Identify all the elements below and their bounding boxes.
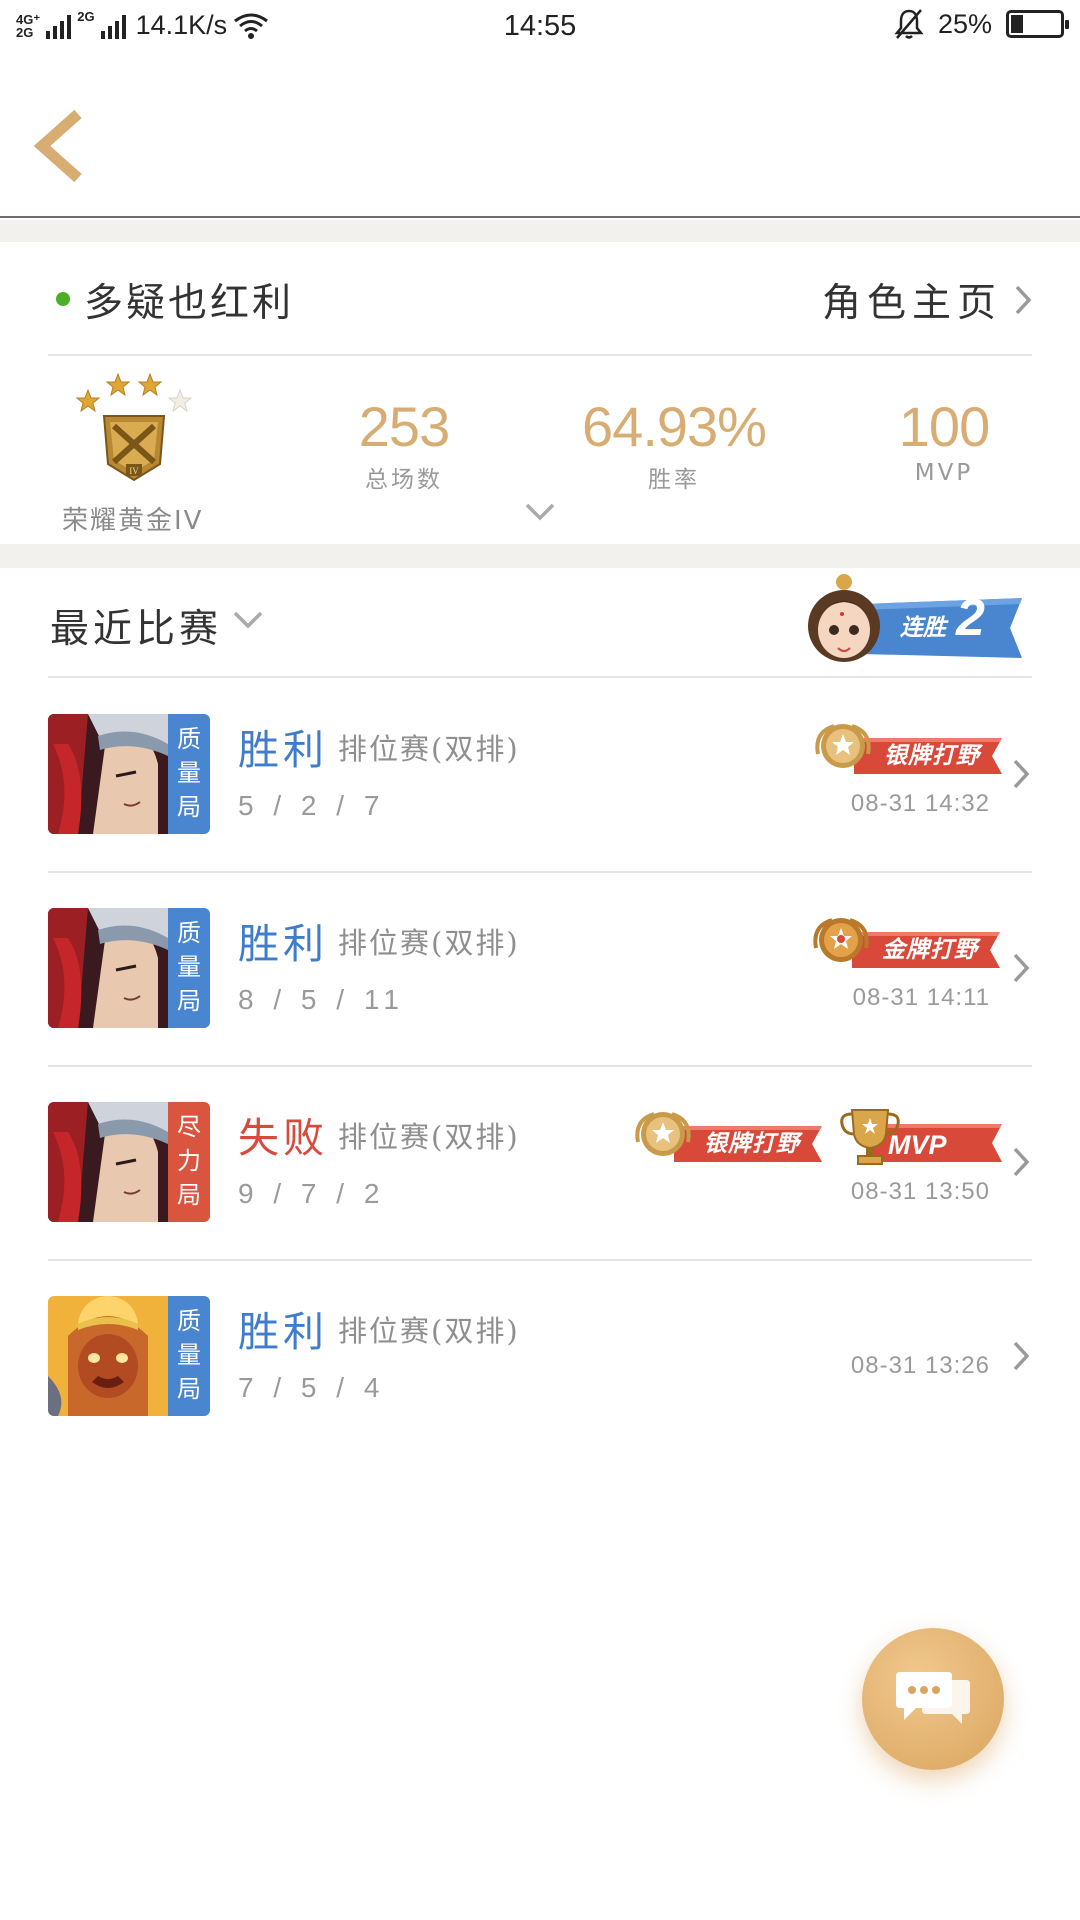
badge-silver-jungle: 银牌打野 xyxy=(812,718,1002,780)
recent-games-header: 最近比赛 连胜 2 xyxy=(48,574,1032,676)
stat-mvp: 100 MVP xyxy=(834,394,1054,486)
match-quality-tag: 尽力局 xyxy=(168,1102,210,1222)
stat-total-games: 253 总场数 xyxy=(294,394,514,494)
badge-mvp: MVP xyxy=(838,1106,1002,1168)
match-quality-text: 质量局 xyxy=(177,919,201,1015)
role-profile-label: 角色主页 xyxy=(821,281,1002,326)
hero-red-hair-avatar xyxy=(48,908,168,1028)
star-icon xyxy=(75,388,101,413)
recent-games-filter[interactable] xyxy=(232,608,264,632)
stat-value: 253 xyxy=(358,395,450,458)
chevron-right-icon xyxy=(1013,1341,1030,1371)
badge-text: 银牌打野 xyxy=(884,743,980,769)
match-row[interactable]: 质量局 胜利 排位赛(双排) 8 / 5 / 11 金牌打野 08-31 14:… xyxy=(48,872,1032,1065)
match-quality-text: 尽力局 xyxy=(177,1113,201,1209)
match-time: 08-31 14:32 xyxy=(850,790,990,817)
badge-text: MVP xyxy=(888,1130,947,1160)
stat-value: 100 xyxy=(898,395,990,458)
rank-numeral: IV xyxy=(129,466,139,476)
stat-win-rate: 64.93% 胜率 xyxy=(564,394,784,494)
match-quality-text: 质量局 xyxy=(177,1307,201,1403)
battery-percent: 25% xyxy=(937,8,992,39)
hero-red-hair-avatar xyxy=(48,714,168,834)
chevron-down-icon xyxy=(525,503,555,521)
chevron-left-icon xyxy=(33,109,82,183)
chat-bubbles-icon xyxy=(896,1672,970,1724)
rank-label: 荣耀黄金IV xyxy=(62,506,204,536)
chevron-right-icon xyxy=(1015,285,1032,315)
match-result: 胜利 xyxy=(238,1308,328,1356)
stat-label: MVP xyxy=(914,460,974,486)
battery-icon xyxy=(1006,10,1069,38)
streak-count: 2 xyxy=(956,589,985,647)
streak-character-avatar xyxy=(808,574,880,662)
chevron-right-icon xyxy=(1013,1147,1030,1177)
player-header: 多疑也红利 角色主页 xyxy=(48,242,1032,354)
match-quality-tag: 质量局 xyxy=(168,908,210,1028)
match-kda: 7 / 5 / 4 xyxy=(238,1372,386,1403)
recent-games-title: 最近比赛 xyxy=(50,607,223,652)
online-status-dot xyxy=(56,292,70,306)
chevron-down-icon xyxy=(233,611,263,629)
star-icon xyxy=(105,372,131,397)
match-result: 胜利 xyxy=(238,920,328,968)
status-right: 25% xyxy=(894,8,1069,40)
badge-silver-jungle: 银牌打野 xyxy=(632,1106,822,1168)
badge-text: 金牌打野 xyxy=(882,937,978,963)
stat-label: 胜率 xyxy=(648,467,700,493)
match-quality-tag: 质量局 xyxy=(168,1296,210,1416)
player-name: 多疑也红利 xyxy=(84,281,295,326)
chevron-right-icon xyxy=(1013,759,1030,789)
match-result: 失败 xyxy=(238,1114,328,1162)
bell-muted-icon xyxy=(894,9,924,39)
match-mode: 排位赛(双排) xyxy=(338,732,520,766)
stat-label: 总场数 xyxy=(365,467,443,493)
silver-medal-icon xyxy=(815,724,871,768)
rank-emblem: IV xyxy=(75,372,193,482)
back-button[interactable] xyxy=(30,106,100,186)
hero-red-hair-avatar xyxy=(48,1102,168,1222)
match-kda: 8 / 5 / 11 xyxy=(238,984,405,1015)
match-kda: 5 / 2 / 7 xyxy=(238,790,386,821)
badge-text: 银牌打野 xyxy=(704,1131,800,1157)
badge-gold-jungle: 金牌打野 xyxy=(810,912,1002,974)
star-icon xyxy=(137,372,163,397)
star-empty-icon xyxy=(167,388,193,413)
match-time: 08-31 14:11 xyxy=(852,984,990,1011)
streak-label: 连胜 xyxy=(900,615,946,641)
match-quality-tag: 质量局 xyxy=(168,714,210,834)
match-row[interactable]: 质量局 胜利 排位赛(双排) 5 / 2 / 7 银牌打野 08-31 14:3… xyxy=(48,678,1032,871)
hero-monkey-king-avatar xyxy=(48,1296,168,1416)
match-time: 08-31 13:26 xyxy=(850,1352,990,1379)
match-mode: 排位赛(双排) xyxy=(338,926,520,960)
match-mode: 排位赛(双排) xyxy=(338,1120,520,1154)
section-gap xyxy=(0,544,1080,568)
chat-fab-button[interactable] xyxy=(862,1628,1004,1770)
match-mode: 排位赛(双排) xyxy=(338,1314,520,1348)
match-time: 08-31 13:50 xyxy=(850,1178,990,1205)
status-bar: 4G⁺ 2G 2G 14.1K/s 14:55 25% xyxy=(0,0,1080,54)
role-profile-link[interactable]: 角色主页 xyxy=(822,272,1032,328)
chevron-right-icon xyxy=(1013,953,1030,983)
stat-value: 64.93% xyxy=(582,395,767,458)
match-kda: 9 / 7 / 2 xyxy=(238,1178,386,1209)
match-row[interactable]: 质量局 胜利 排位赛(双排) 7 / 5 / 4 08-31 13:26 xyxy=(48,1260,1032,1453)
expand-stats-button[interactable] xyxy=(524,500,556,524)
win-streak-banner: 连胜 2 xyxy=(792,568,1032,668)
silver-medal-icon xyxy=(635,1112,691,1156)
match-result: 胜利 xyxy=(238,726,328,774)
match-quality-text: 质量局 xyxy=(177,725,201,821)
top-header xyxy=(0,54,1080,218)
section-gap xyxy=(0,220,1080,242)
match-row[interactable]: 尽力局 失败 排位赛(双排) 9 / 7 / 2 银牌打野 MVP 08-31 … xyxy=(48,1066,1032,1259)
gold-medal-icon xyxy=(813,918,869,962)
divider xyxy=(48,354,1032,356)
